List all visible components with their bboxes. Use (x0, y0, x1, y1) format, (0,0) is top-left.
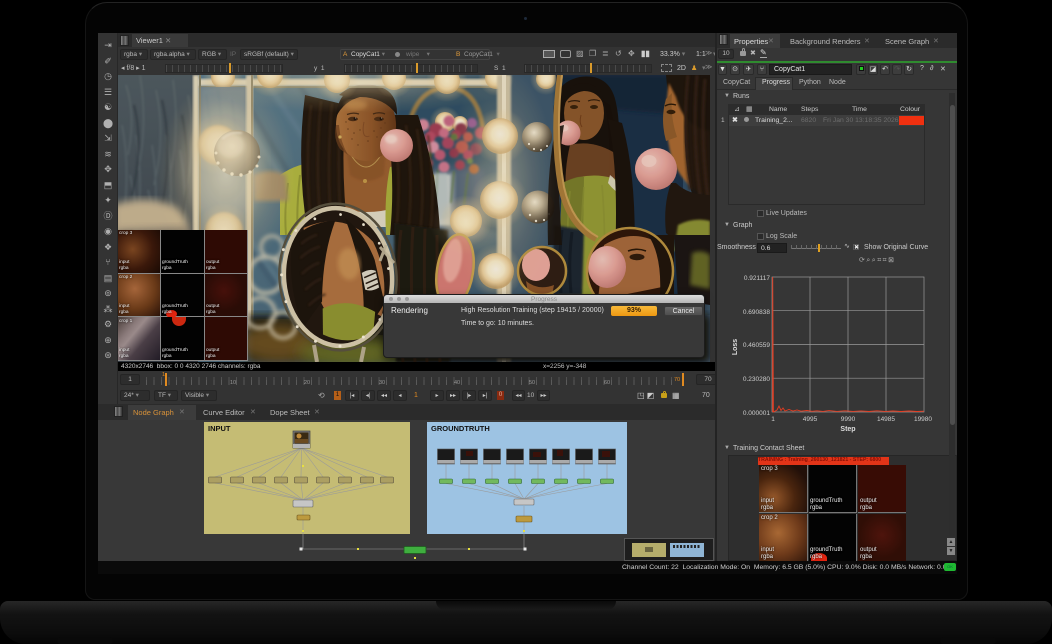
svg-text:9990: 9990 (841, 416, 856, 423)
svg-text:0.690838: 0.690838 (743, 309, 770, 316)
svg-text:0.230280: 0.230280 (743, 376, 770, 383)
svg-text:0.000001: 0.000001 (743, 410, 770, 417)
svg-text:0.460559: 0.460559 (743, 342, 770, 349)
svg-text:0.921117: 0.921117 (744, 275, 771, 282)
svg-text:19980: 19980 (914, 416, 932, 423)
svg-text:Loss: Loss (732, 339, 739, 355)
svg-text:14985: 14985 (877, 416, 895, 423)
svg-text:1: 1 (771, 416, 775, 423)
svg-text:4995: 4995 (803, 416, 818, 423)
svg-text:Step: Step (840, 426, 855, 433)
